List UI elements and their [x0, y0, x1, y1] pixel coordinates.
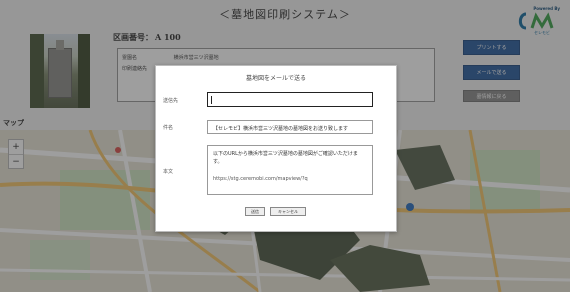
- send-button[interactable]: 送信: [245, 207, 265, 216]
- text-caret: [211, 96, 212, 104]
- to-label: 送信先: [163, 98, 179, 104]
- body-textarea[interactable]: 以下のURLから横浜市営三ツ沢墓地の墓地図がご確認いただけます。 https:/…: [207, 145, 373, 195]
- dialog-title: 墓地図をメールで送る: [245, 75, 306, 82]
- to-input[interactable]: [207, 92, 373, 107]
- cancel-button[interactable]: キャンセル: [270, 207, 306, 216]
- subject-input[interactable]: 【セレモビ】横浜市営三ツ沢墓地の墓地図をお送り致します: [207, 120, 373, 134]
- send-mail-dialog: 墓地図をメールで送る 送信先 件名 【セレモビ】横浜市営三ツ沢墓地の墓地図をお送…: [155, 65, 397, 232]
- body-text: 以下のURLから横浜市営三ツ沢墓地の墓地図がご確認いただけます。: [213, 151, 358, 165]
- body-url: https://stg.ceremobi.com/mapview/?q: [213, 176, 308, 182]
- app-window: ＜墓地図印刷システム＞ Powered By セレモビ 区画番号： A 100 霊…: [0, 0, 570, 292]
- body-label: 本文: [163, 169, 174, 175]
- subject-label: 件名: [163, 125, 174, 131]
